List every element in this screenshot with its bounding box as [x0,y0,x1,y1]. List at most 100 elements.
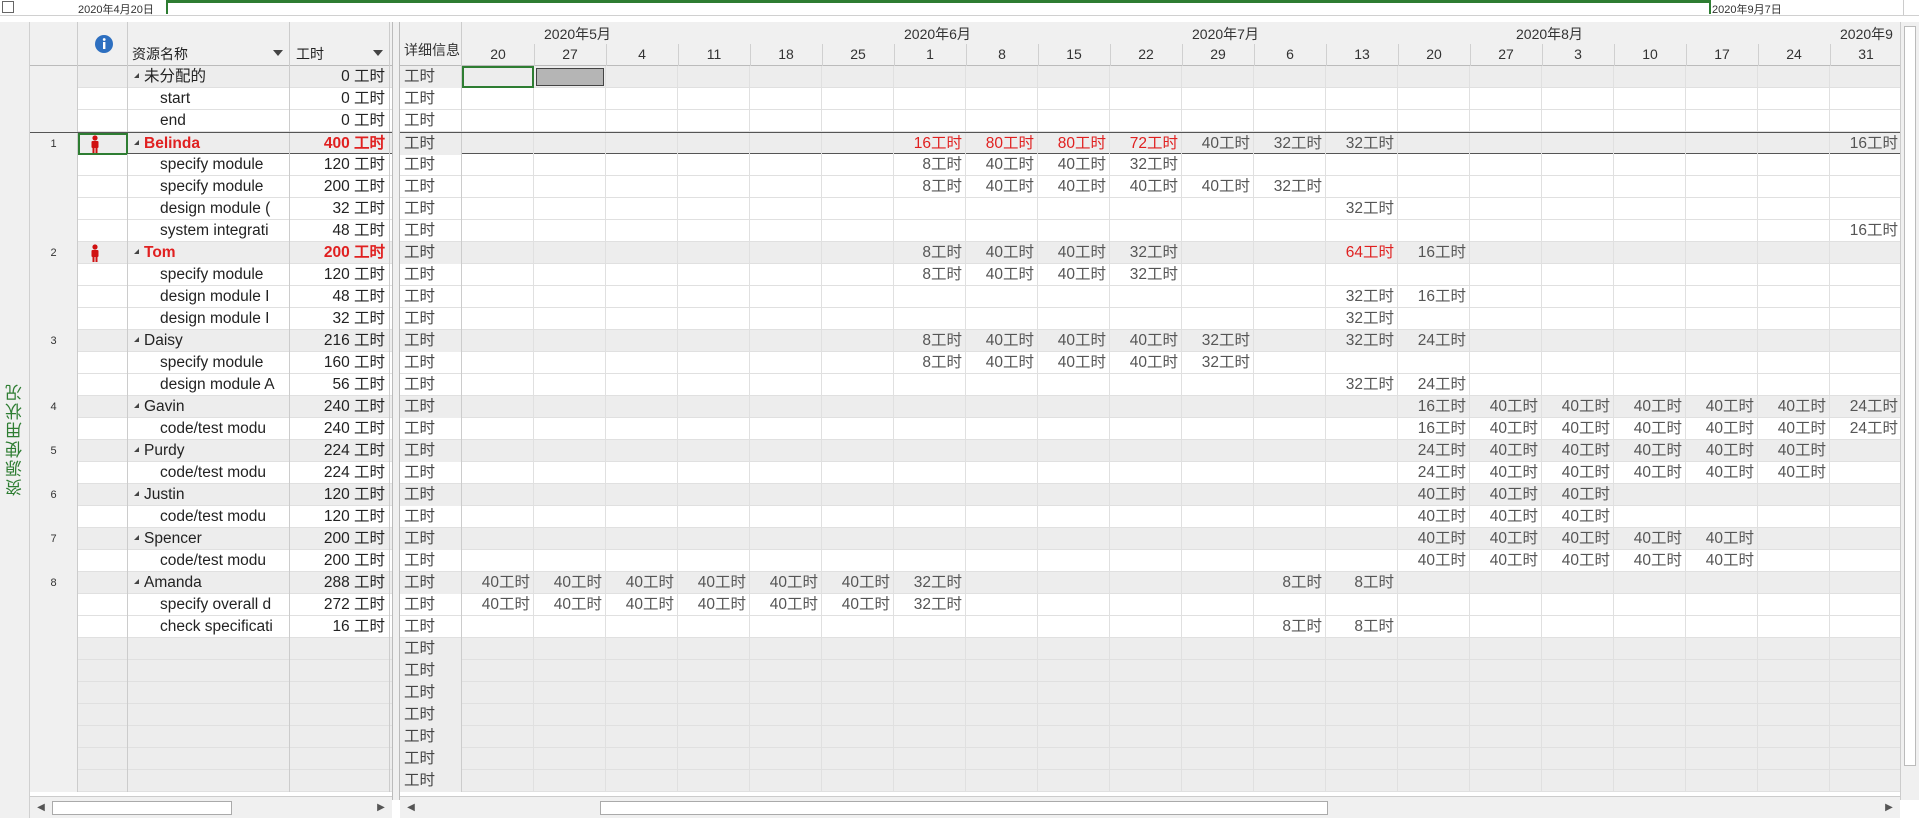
usage-cell[interactable] [822,462,894,484]
usage-cell[interactable] [678,352,750,374]
collapse-triangle-icon[interactable] [134,491,139,497]
usage-cell[interactable] [1542,154,1614,176]
usage-cell[interactable] [678,726,750,748]
usage-cell[interactable] [1542,88,1614,110]
usage-cell[interactable] [1758,572,1830,594]
usage-cell[interactable] [606,440,678,462]
usage-cell[interactable] [1254,286,1326,308]
usage-cell[interactable]: 40工时 [1398,506,1470,528]
work-cell[interactable]: 0 工时 [290,110,390,132]
usage-cell[interactable] [1038,110,1110,132]
usage-cell[interactable] [1254,506,1326,528]
usage-cell[interactable] [1326,88,1398,110]
row-id[interactable] [30,506,78,528]
usage-cell[interactable] [1614,682,1686,704]
usage-cell[interactable] [1110,506,1182,528]
usage-cell[interactable] [1542,264,1614,286]
row-id[interactable] [30,154,78,176]
assignment-row[interactable]: specify module 120 工时 [30,154,392,176]
usage-cell[interactable] [1470,682,1542,704]
usage-cell[interactable] [606,308,678,330]
usage-cell[interactable] [1542,374,1614,396]
usage-cell[interactable] [1326,704,1398,726]
usage-cell[interactable] [534,88,606,110]
resource-row[interactable]: 5 Purdy 224 工时 [30,440,392,462]
usage-cell[interactable] [1614,308,1686,330]
usage-cell[interactable] [1830,704,1900,726]
assignment-row[interactable]: design module I 32 工时 [30,308,392,330]
usage-cell[interactable] [966,770,1038,792]
usage-cell[interactable]: 40工时 [1686,396,1758,418]
usage-cell[interactable]: 40工时 [1038,242,1110,264]
usage-cell[interactable] [1182,726,1254,748]
usage-cell[interactable] [1542,704,1614,726]
usage-cell[interactable] [606,638,678,660]
usage-cell[interactable] [1182,594,1254,616]
resource-name-cell[interactable] [128,682,290,704]
usage-cell[interactable] [1614,110,1686,132]
usage-cell[interactable]: 40工时 [1614,550,1686,572]
work-cell[interactable]: 56 工时 [290,374,390,396]
timeline-scroll[interactable] [1903,0,1917,15]
usage-cell[interactable] [1542,616,1614,638]
row-id[interactable] [30,726,78,748]
usage-cell[interactable] [750,133,822,155]
usage-cell[interactable] [1470,264,1542,286]
usage-cell[interactable]: 40工时 [1182,133,1254,155]
row-id[interactable] [30,748,78,770]
usage-cell[interactable] [1110,110,1182,132]
usage-cell[interactable]: 40工时 [1470,418,1542,440]
usage-cell[interactable] [1254,396,1326,418]
usage-cell[interactable] [606,220,678,242]
usage-cell[interactable]: 40工时 [1110,352,1182,374]
usage-cell[interactable] [822,220,894,242]
usage-cell[interactable] [462,770,534,792]
assignment-row[interactable]: design module A 56 工时 [30,374,392,396]
usage-cell[interactable] [534,462,606,484]
usage-cell[interactable] [1038,440,1110,462]
usage-cell[interactable] [894,550,966,572]
usage-cell[interactable] [678,418,750,440]
usage-cell[interactable] [894,66,966,88]
usage-cell[interactable] [1686,308,1758,330]
usage-cell[interactable]: 40工时 [678,594,750,616]
usage-cell[interactable]: 80工时 [1038,133,1110,155]
usage-cell[interactable] [1614,352,1686,374]
work-cell[interactable] [290,748,390,770]
usage-cell[interactable] [894,528,966,550]
usage-cell[interactable]: 40工时 [1470,528,1542,550]
usage-cell[interactable] [1614,770,1686,792]
usage-cell[interactable] [1470,748,1542,770]
usage-cell[interactable] [1470,660,1542,682]
usage-cell[interactable] [1254,352,1326,374]
usage-cell[interactable] [1614,220,1686,242]
usage-cell[interactable] [1326,440,1398,462]
usage-cell[interactable] [750,286,822,308]
usage-cell[interactable] [606,550,678,572]
usage-cell[interactable] [1254,330,1326,352]
usage-cell[interactable] [678,66,750,88]
usage-cell[interactable] [1182,550,1254,572]
usage-cell[interactable] [1110,484,1182,506]
usage-cell[interactable] [822,550,894,572]
resource-name-cell[interactable]: Purdy [128,440,290,462]
empty-row[interactable] [30,726,392,748]
usage-cell[interactable]: 40工时 [1542,462,1614,484]
usage-cell[interactable] [1110,418,1182,440]
usage-cell[interactable] [606,616,678,638]
empty-row[interactable] [30,748,392,770]
usage-cell[interactable] [462,133,534,155]
work-cell[interactable]: 120 工时 [290,506,390,528]
usage-cell[interactable] [1326,220,1398,242]
usage-cell[interactable] [1110,638,1182,660]
usage-cell[interactable] [606,726,678,748]
usage-cell[interactable]: 72工时 [1110,133,1182,155]
usage-cell[interactable] [534,484,606,506]
usage-cell[interactable] [1542,286,1614,308]
usage-cell[interactable] [894,110,966,132]
usage-cell[interactable] [1398,572,1470,594]
usage-cell[interactable] [1470,374,1542,396]
usage-cell[interactable] [750,550,822,572]
usage-cell[interactable] [606,418,678,440]
usage-cell[interactable] [1110,748,1182,770]
